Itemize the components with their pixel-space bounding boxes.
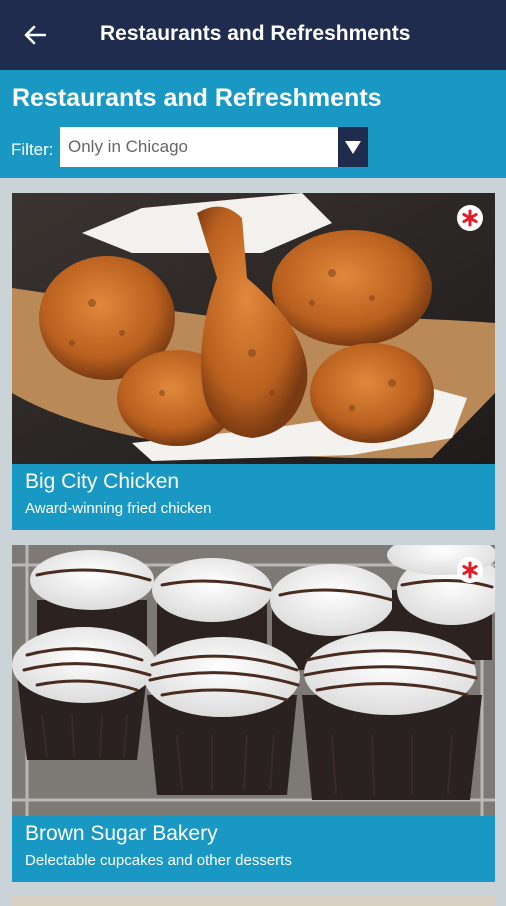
restaurant-name: Big City Chicken xyxy=(25,470,180,493)
filter-select-value: Only in Chicago xyxy=(68,137,189,156)
dropdown-arrow-icon[interactable] xyxy=(338,127,368,167)
restaurant-card[interactable]: Big City Chicken Award-winning fried chi… xyxy=(12,193,495,530)
restaurant-description: Award-winning fried chicken xyxy=(25,500,212,517)
chicago-star-icon xyxy=(457,205,483,231)
app-bar-title: Restaurants and Refreshments xyxy=(100,22,411,45)
restaurant-image-fried-chicken xyxy=(12,193,495,464)
restaurant-image-cupcakes xyxy=(12,545,495,816)
restaurant-name: Brown Sugar Bakery xyxy=(25,822,218,845)
arrow-left-icon xyxy=(24,25,46,45)
page-header: Restaurants and Refreshments Filter: Onl… xyxy=(0,70,506,178)
chicago-star-icon xyxy=(457,557,483,583)
app-bar: Restaurants and Refreshments xyxy=(0,0,506,70)
filter-select[interactable]: Only in Chicago xyxy=(60,127,368,167)
restaurant-card[interactable] xyxy=(12,896,495,906)
restaurant-caption: Brown Sugar Bakery Delectable cupcakes a… xyxy=(12,816,495,882)
restaurant-caption: Big City Chicken Award-winning fried chi… xyxy=(12,464,495,530)
restaurant-description: Delectable cupcakes and other desserts xyxy=(25,852,292,869)
back-button[interactable] xyxy=(22,22,48,48)
page-title: Restaurants and Refreshments xyxy=(12,84,382,112)
filter-label: Filter: xyxy=(11,140,54,159)
restaurant-card[interactable]: Brown Sugar Bakery Delectable cupcakes a… xyxy=(12,545,495,882)
